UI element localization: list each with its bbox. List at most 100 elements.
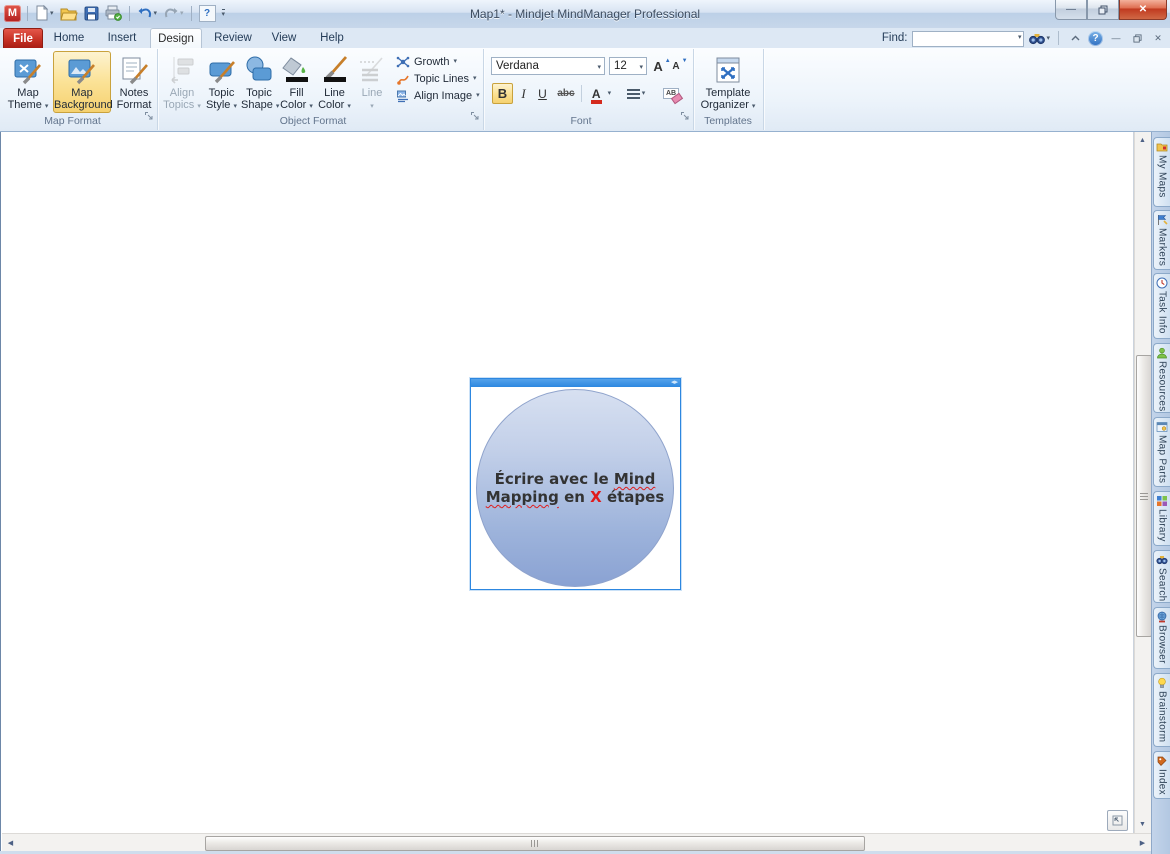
chevron-down-icon: ▾ <box>309 103 313 110</box>
italic-button[interactable]: I <box>516 83 531 104</box>
map-theme-button[interactable]: MapTheme ▾ <box>5 51 51 113</box>
clear-formatting-icon: AB <box>663 88 679 99</box>
redo-button[interactable]: ▾ <box>162 4 185 22</box>
bold-button[interactable]: B <box>492 83 513 104</box>
shrink-font-button[interactable]: A▼ <box>672 57 688 75</box>
sidebar-item-index[interactable]: Index <box>1153 751 1170 799</box>
dialog-launcher-button[interactable] <box>144 108 154 126</box>
close-button[interactable]: ✕ <box>1119 0 1167 20</box>
template-organizer-button[interactable]: TemplateOrganizer ▾ <box>699 51 757 113</box>
sidebar-item-resources[interactable]: Resources <box>1153 343 1170 413</box>
ribbon-help-button[interactable]: ? <box>1088 31 1103 46</box>
tab-help[interactable]: Help <box>312 28 352 48</box>
topic-selection-bar[interactable]: ◂▸ <box>471 379 680 387</box>
sidebar-item-search[interactable]: Search <box>1153 550 1170 603</box>
topic-handles-icon: ◂▸ <box>671 378 678 387</box>
central-topic-text[interactable]: Écrire avec le Mind Mapping en X étapes <box>486 470 665 506</box>
group-label: Templates <box>693 115 763 127</box>
growth-button[interactable]: Growth ▾ <box>396 53 480 70</box>
map-canvas[interactable]: ◂▸ Écrire avec le Mind Mapping en X étap… <box>2 132 1134 833</box>
tab-insert[interactable]: Insert <box>100 28 144 48</box>
dialog-launcher-button[interactable] <box>680 108 690 126</box>
topic-style-button[interactable]: TopicStyle ▾ <box>203 51 240 113</box>
grow-font-button[interactable]: A▲ <box>653 57 671 75</box>
group-font: Verdana ▾ 12 ▾ A▲ A▼ B I U abc <box>483 49 694 130</box>
topic-style-icon <box>206 54 238 86</box>
collapse-ribbon-button[interactable] <box>1067 31 1083 45</box>
horizontal-scrollbar[interactable]: ◀ ▶ <box>2 833 1151 851</box>
fill-color-button[interactable]: FillColor ▾ <box>278 51 315 113</box>
text-align-button[interactable]: ▾ <box>622 83 650 104</box>
align-topics-button[interactable]: AlignTopics ▾ <box>162 51 202 113</box>
resources-icon <box>1156 347 1168 359</box>
clear-formatting-button[interactable]: AB <box>659 83 683 104</box>
align-topics-icon <box>166 54 198 86</box>
underline-button[interactable]: U <box>533 83 552 104</box>
red-x-text: X <box>590 488 602 506</box>
document-minimize-button[interactable]: — <box>1108 31 1124 45</box>
open-folder-icon <box>60 6 78 21</box>
font-color-button[interactable]: A ▾ <box>586 83 617 104</box>
fill-color-icon <box>281 54 313 86</box>
title-bar: M ▾ ▾ ▾ <box>0 0 1170 29</box>
document-close-button[interactable]: ✕ <box>1150 31 1166 45</box>
notes-format-button[interactable]: NotesFormat <box>113 51 155 113</box>
undo-button[interactable]: ▾ <box>136 4 159 22</box>
dialog-launcher-button[interactable] <box>470 108 480 126</box>
sidebar-item-task-info[interactable]: Task Info <box>1153 273 1170 339</box>
tab-file[interactable]: File <box>3 28 43 48</box>
scroll-left-button[interactable]: ◀ <box>3 835 18 850</box>
ribbon: MapTheme ▾ MapBackground NotesFormat Map… <box>0 48 1170 132</box>
window-controls: — ✕ <box>1055 0 1167 20</box>
library-icon <box>1156 495 1168 507</box>
sidebar-item-markers[interactable]: Markers <box>1153 210 1170 270</box>
line-color-button[interactable]: LineColor ▾ <box>316 51 353 113</box>
sidebar-item-my-maps[interactable]: My Maps <box>1153 137 1170 207</box>
sidebar-item-library[interactable]: Library <box>1153 491 1170 546</box>
align-image-button[interactable]: Align Image ▾ <box>396 87 480 104</box>
new-document-icon <box>35 5 49 21</box>
sidebar-item-browser[interactable]: Browser <box>1153 607 1170 669</box>
font-size-select[interactable]: 12 ▾ <box>609 57 647 75</box>
sidebar-item-map-parts[interactable]: Map Parts <box>1153 417 1170 487</box>
fit-map-button[interactable] <box>1107 810 1128 831</box>
group-label: Map Format <box>2 115 143 127</box>
redo-icon <box>163 6 179 20</box>
central-topic[interactable]: ◂▸ Écrire avec le Mind Mapping en X étap… <box>470 378 681 590</box>
topic-shape-button[interactable]: TopicShape ▾ <box>240 51 278 113</box>
save-button[interactable] <box>83 4 100 22</box>
chevron-down-icon: ▾ <box>752 103 756 110</box>
open-button[interactable] <box>59 4 79 22</box>
document-restore-button[interactable] <box>1129 31 1145 45</box>
topic-lines-button[interactable]: Topic Lines ▾ <box>396 70 480 87</box>
find-options-button[interactable]: ▾ <box>1029 32 1050 45</box>
line-button[interactable]: Line▾ <box>354 51 390 113</box>
tab-review[interactable]: Review <box>208 28 258 48</box>
minimize-button[interactable]: — <box>1055 0 1087 20</box>
task-info-icon <box>1156 277 1168 289</box>
scroll-right-button[interactable]: ▶ <box>1135 835 1150 850</box>
sidebar-item-brainstorm[interactable]: Brainstorm <box>1153 673 1170 747</box>
fit-map-icon <box>1112 815 1123 826</box>
central-topic-shape[interactable]: Écrire avec le Mind Mapping en X étapes <box>476 389 674 587</box>
vertical-scrollbar[interactable]: ▲ ▼ <box>1134 132 1151 833</box>
scroll-up-button[interactable]: ▲ <box>1135 133 1150 148</box>
tab-design[interactable]: Design <box>150 28 202 48</box>
chevron-down-icon: ▾ <box>597 64 601 71</box>
search-icon <box>1156 554 1168 566</box>
chevron-down-icon: ▾ <box>476 92 480 99</box>
strikethrough-button[interactable]: abc <box>554 83 578 104</box>
font-family-select[interactable]: Verdana ▾ <box>491 57 605 75</box>
vertical-scroll-thumb[interactable] <box>1136 355 1152 637</box>
restore-button[interactable] <box>1087 0 1119 20</box>
tab-home[interactable]: Home <box>48 28 90 48</box>
line-color-icon <box>319 54 351 86</box>
new-document-button[interactable]: ▾ <box>34 4 55 22</box>
find-input[interactable] <box>912 31 1024 47</box>
scroll-down-button[interactable]: ▼ <box>1135 817 1150 832</box>
print-button[interactable] <box>104 4 123 22</box>
app-logo[interactable]: M <box>4 5 21 22</box>
map-background-button[interactable]: MapBackground <box>53 51 111 113</box>
tab-view[interactable]: View <box>264 28 304 48</box>
horizontal-scroll-thumb[interactable] <box>205 836 865 851</box>
